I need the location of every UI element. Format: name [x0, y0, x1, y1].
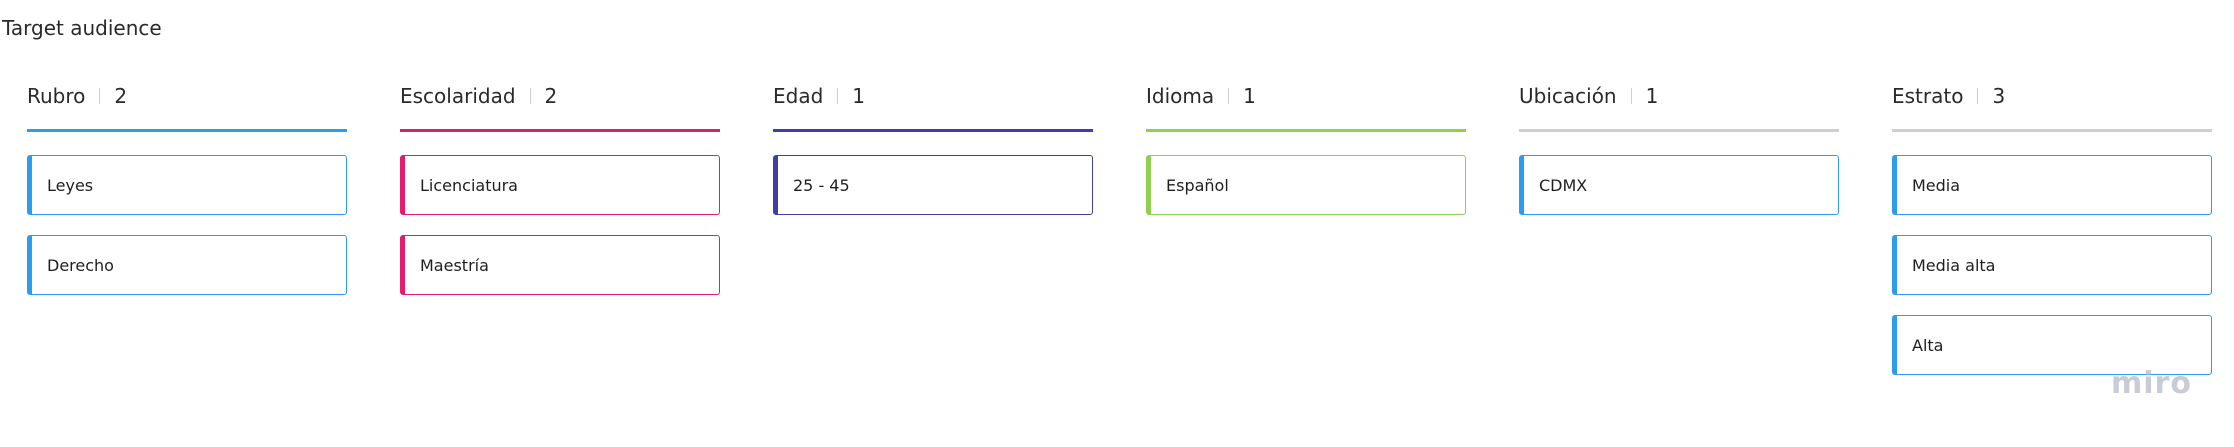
column-3: Idioma 1 Español [1146, 80, 1466, 235]
card[interactable]: Licenciatura [400, 155, 720, 215]
card[interactable]: Derecho [27, 235, 347, 295]
column-cards: CDMX [1519, 155, 1839, 215]
column-card-count: 1 [1243, 84, 1256, 108]
card[interactable]: Media [1892, 155, 2212, 215]
column-color-line [1892, 129, 2212, 132]
column-5: Estrato 3 Media Media alta Alta [1892, 80, 2212, 395]
card-label: CDMX [1539, 175, 1588, 195]
column-header[interactable]: Estrato 3 [1892, 80, 2212, 112]
column-cards: Leyes Derecho [27, 155, 347, 295]
column-cards: Español [1146, 155, 1466, 215]
column-2: Edad 1 25 - 45 [773, 80, 1093, 235]
column-color-line [773, 129, 1093, 132]
card-label: Español [1166, 175, 1229, 195]
card[interactable]: Español [1146, 155, 1466, 215]
column-header-divider [99, 88, 101, 104]
column-header[interactable]: Edad 1 [773, 80, 1093, 112]
column-card-count: 3 [1992, 84, 2006, 108]
card[interactable]: Maestría [400, 235, 720, 295]
board-title: Target audience [2, 16, 162, 40]
card-label: Derecho [47, 255, 114, 275]
column-4: Ubicación 1 CDMX [1519, 80, 1839, 235]
column-header[interactable]: Escolaridad 2 [400, 80, 720, 112]
column-cards: 25 - 45 [773, 155, 1093, 215]
column-1: Escolaridad 2 Licenciatura Maestría [400, 80, 720, 315]
card-label: Media alta [1912, 255, 1996, 275]
card-label: Leyes [47, 175, 94, 195]
card[interactable]: Media alta [1892, 235, 2212, 295]
card-label: Alta [1912, 335, 1944, 355]
column-header-divider [529, 88, 531, 104]
column-title: Idioma [1146, 84, 1215, 108]
column-0: Rubro 2 Leyes Derecho [27, 80, 347, 315]
card-label: Media [1912, 175, 1961, 195]
miro-watermark-logo: miro [2111, 366, 2192, 401]
column-title: Rubro [27, 84, 86, 108]
card-label: 25 - 45 [793, 175, 850, 195]
column-color-line [400, 129, 720, 132]
column-header[interactable]: Idioma 1 [1146, 80, 1466, 112]
column-card-count: 1 [852, 84, 866, 108]
card[interactable]: CDMX [1519, 155, 1839, 215]
column-header-divider [837, 88, 839, 104]
column-color-line [1146, 129, 1466, 132]
column-title: Ubicación [1519, 84, 1617, 108]
column-title: Edad [773, 84, 824, 108]
column-header-divider [1630, 88, 1632, 104]
column-title: Estrato [1892, 84, 1964, 108]
column-color-line [1519, 129, 1839, 132]
column-header[interactable]: Ubicación 1 [1519, 80, 1839, 112]
column-header-divider [1977, 88, 1979, 104]
card[interactable]: 25 - 45 [773, 155, 1093, 215]
column-header-divider [1228, 88, 1230, 104]
card[interactable]: Leyes [27, 155, 347, 215]
column-cards: Media Media alta Alta [1892, 155, 2212, 375]
column-card-count: 2 [544, 84, 558, 108]
card-label: Maestría [420, 255, 489, 275]
column-title: Escolaridad [400, 84, 516, 108]
column-header[interactable]: Rubro 2 [27, 80, 347, 112]
column-color-line [27, 129, 347, 132]
column-card-count: 1 [1645, 84, 1659, 108]
card-label: Licenciatura [420, 175, 518, 195]
column-card-count: 2 [114, 84, 128, 108]
column-cards: Licenciatura Maestría [400, 155, 720, 295]
